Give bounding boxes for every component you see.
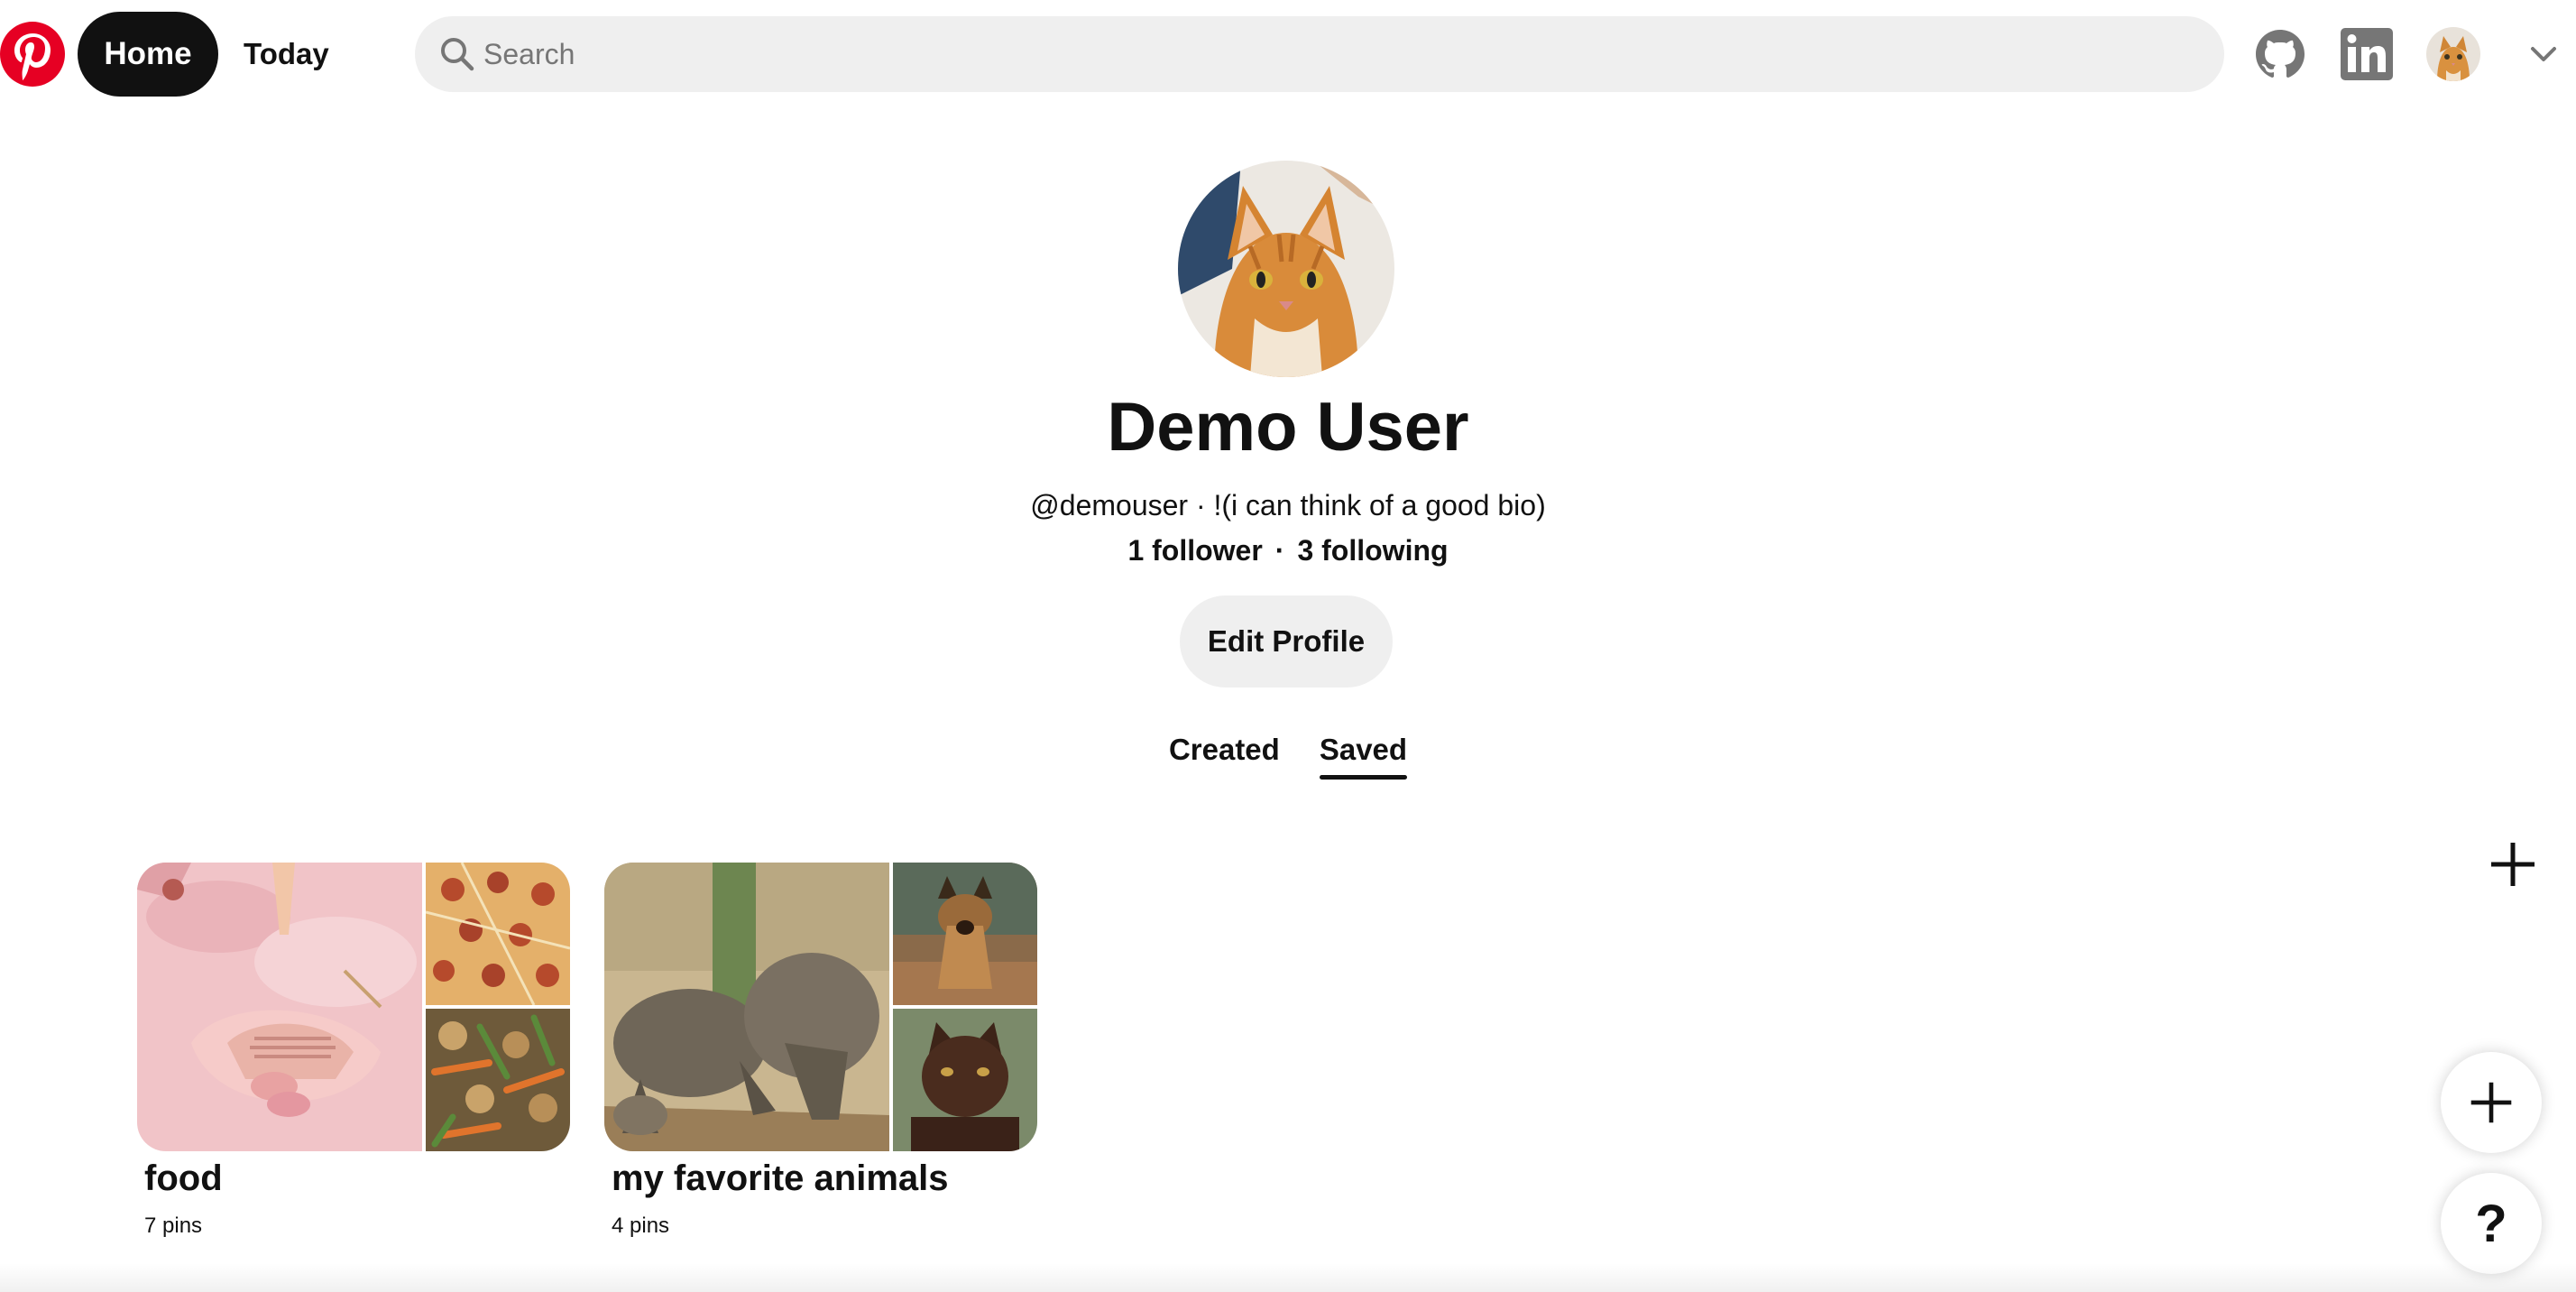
board-card-food[interactable]: food 7 pins: [137, 863, 570, 1239]
following-count[interactable]: 3 following: [1297, 534, 1448, 567]
animals-cover-image: [604, 863, 889, 1151]
top-nav-bar: Home Today: [0, 0, 2576, 108]
search-input[interactable]: [483, 16, 2179, 92]
plus-icon: [2470, 1082, 2512, 1123]
board-title[interactable]: my favorite animals: [604, 1158, 1037, 1199]
profile-stats: 1 follower · 3 following: [0, 534, 2576, 568]
dog-photo: [893, 863, 1037, 1005]
create-pin-button[interactable]: [2441, 1052, 2542, 1153]
edit-profile-button[interactable]: Edit Profile: [1180, 595, 1393, 688]
tab-saved[interactable]: Saved: [1319, 733, 1408, 780]
pinterest-logo-icon[interactable]: [0, 22, 65, 87]
help-button[interactable]: ?: [2441, 1173, 2542, 1274]
brown-cat-image: [893, 1009, 1037, 1151]
search-bar[interactable]: [415, 16, 2224, 92]
scroll-shadow: [0, 1263, 2576, 1292]
profile-handle-bio: @demouser · !(i can think of a good bio): [1030, 489, 1546, 521]
profile-name: Demo User: [1107, 389, 1469, 466]
pizza-photo: [426, 863, 570, 1005]
board-card-animals[interactable]: my favorite animals 4 pins: [604, 863, 1037, 1239]
chevron-down-icon[interactable]: [2525, 36, 2562, 72]
add-board-icon[interactable]: [2488, 839, 2538, 890]
german-shepherd-image: [893, 863, 1037, 1005]
header-avatar[interactable]: [2426, 27, 2480, 81]
cat-photo-icon: [1178, 161, 1394, 377]
profile-tabs: Created Saved: [0, 733, 2576, 780]
roasted-veggies-image: [426, 1009, 570, 1151]
github-icon[interactable]: [2253, 27, 2307, 81]
javelinas-photo: [604, 863, 889, 1151]
food-cover-image: [137, 863, 422, 1151]
cat-avatar-icon: [2426, 27, 2480, 81]
pizza-image: [426, 863, 570, 1005]
pink-dessert-image: [137, 863, 422, 1151]
followers-count[interactable]: 1 follower: [1127, 534, 1262, 567]
profile-avatar: [1178, 161, 1394, 377]
nav-today-link[interactable]: Today: [227, 12, 345, 97]
search-icon: [441, 38, 474, 71]
board-pin-count: 7 pins: [144, 1214, 203, 1238]
board-cover-collage[interactable]: [604, 863, 1037, 1151]
vegetables-photo: [426, 1009, 570, 1151]
cat-photo: [893, 1009, 1037, 1151]
linkedin-icon[interactable]: [2340, 27, 2394, 81]
board-title[interactable]: food: [137, 1158, 570, 1199]
tab-created[interactable]: Created: [1169, 733, 1280, 780]
stats-separator: ·: [1274, 534, 1285, 567]
board-pin-count: 4 pins: [612, 1214, 670, 1238]
board-cover-collage[interactable]: [137, 863, 570, 1151]
nav-home-button[interactable]: Home: [78, 12, 218, 97]
